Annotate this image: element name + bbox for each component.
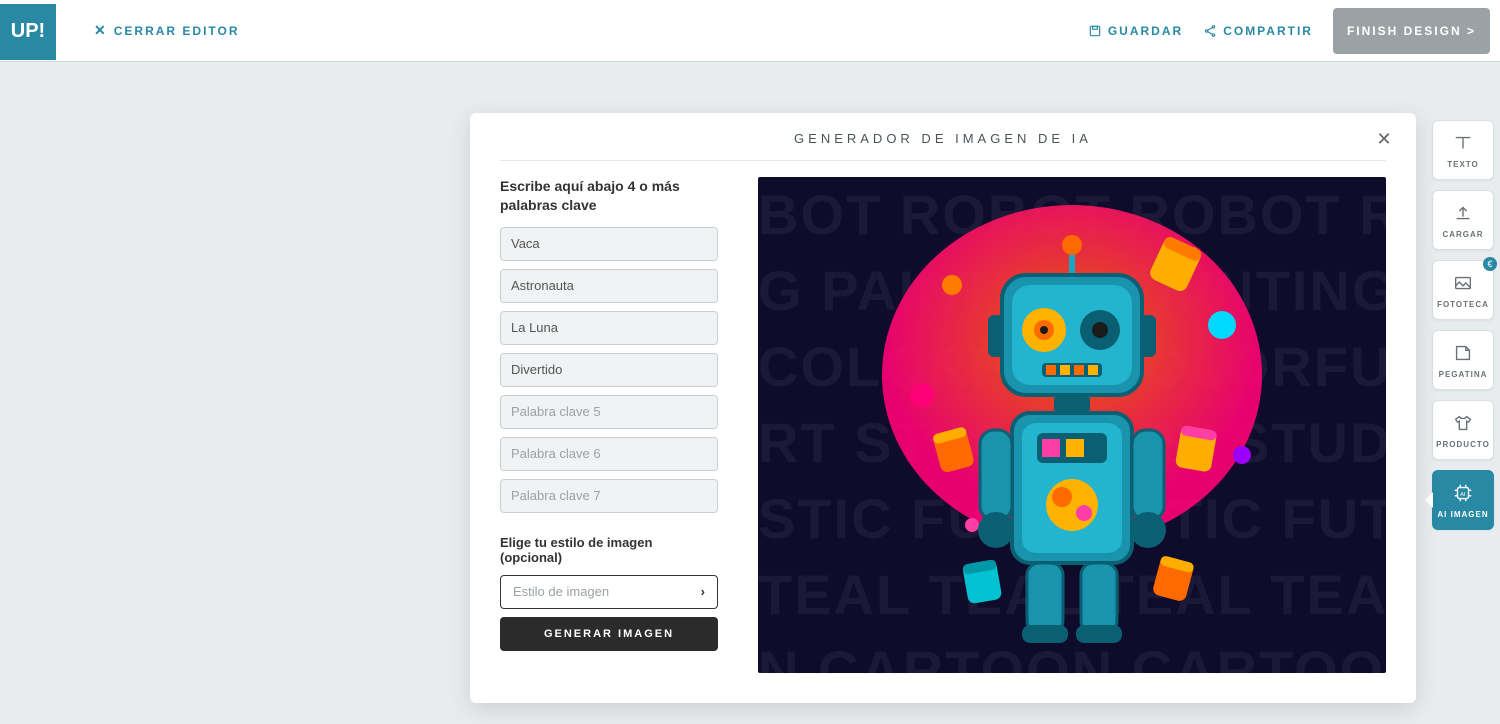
finish-design-button[interactable]: FINISH DESIGN > [1333, 8, 1490, 54]
modal-close-button[interactable]: ✕ [1372, 127, 1396, 151]
robot-illustration [862, 195, 1282, 655]
svg-text:AI: AI [1460, 491, 1466, 497]
tool-producto[interactable]: PRODUCTO [1432, 400, 1494, 460]
tool-cargar[interactable]: CARGAR [1432, 190, 1494, 250]
tool-label: PRODUCTO [1436, 440, 1490, 449]
tool-ai-imagen[interactable]: AI AI IMAGEN [1432, 470, 1494, 530]
share-button[interactable]: COMPARTIR [1203, 24, 1313, 38]
keyword-input-6[interactable] [500, 437, 718, 471]
save-button[interactable]: GUARDAR [1088, 24, 1183, 38]
tshirt-icon [1452, 412, 1474, 434]
tool-fototeca[interactable]: € FOTOTECA [1432, 260, 1494, 320]
style-select[interactable]: Estilo de imagen › [500, 575, 718, 609]
style-label: Elige tu estilo de imagen (opcional) [500, 535, 718, 565]
text-icon [1452, 132, 1474, 154]
keyword-input-4[interactable] [500, 353, 718, 387]
ai-chip-icon: AI [1452, 482, 1474, 504]
tool-pegatina[interactable]: PEGATINA [1432, 330, 1494, 390]
tool-label: AI IMAGEN [1437, 510, 1488, 519]
close-editor-label: CERRAR EDITOR [114, 24, 240, 38]
header-left: UP! ✕ CERRAR EDITOR [0, 2, 240, 60]
euro-badge-icon: € [1483, 257, 1497, 271]
style-placeholder: Estilo de imagen [513, 584, 609, 599]
tool-texto[interactable]: TEXTO [1432, 120, 1494, 180]
tool-column: TEXTO CARGAR € FOTOTECA PEGATINA PRODUCT… [1432, 120, 1494, 530]
share-label: COMPARTIR [1223, 24, 1313, 38]
share-icon [1203, 24, 1217, 38]
logo[interactable]: UP! [0, 4, 56, 60]
tool-label: PEGATINA [1439, 370, 1488, 379]
save-icon [1088, 24, 1102, 38]
keyword-input-7[interactable] [500, 479, 718, 513]
ai-generator-modal: GENERADOR DE IMAGEN DE IA ✕ Escribe aquí… [470, 113, 1416, 703]
modal-header: GENERADOR DE IMAGEN DE IA ✕ [500, 131, 1386, 161]
keyword-input-3[interactable] [500, 311, 718, 345]
close-editor-button[interactable]: ✕ CERRAR EDITOR [94, 22, 240, 39]
tool-label: TEXTO [1447, 160, 1479, 169]
upload-icon [1452, 202, 1474, 224]
tool-label: FOTOTECA [1437, 300, 1489, 309]
close-icon: ✕ [94, 22, 108, 39]
keyword-input-5[interactable] [500, 395, 718, 429]
image-icon [1452, 272, 1474, 294]
save-label: GUARDAR [1108, 24, 1183, 38]
close-icon: ✕ [1376, 129, 1391, 150]
generate-image-button[interactable]: GENERAR IMAGEN [500, 617, 718, 651]
chevron-right-icon: › [701, 584, 705, 599]
left-pane: Escribe aquí abajo 4 o más palabras clav… [500, 177, 718, 673]
tool-label: CARGAR [1442, 230, 1483, 239]
keyword-input-1[interactable] [500, 227, 718, 261]
modal-body: Escribe aquí abajo 4 o más palabras clav… [500, 177, 1386, 673]
header-right: GUARDAR COMPARTIR FINISH DESIGN > [1088, 8, 1500, 54]
image-preview: BOT ROBOT ROBOT ROBOT ROB G PAINTING PAI… [758, 177, 1386, 673]
modal-title: GENERADOR DE IMAGEN DE IA [500, 131, 1386, 146]
keyword-input-2[interactable] [500, 269, 718, 303]
sticker-icon [1452, 342, 1474, 364]
header: UP! ✕ CERRAR EDITOR GUARDAR COMPARTIR FI… [0, 0, 1500, 62]
prompt-label: Escribe aquí abajo 4 o más palabras clav… [500, 177, 718, 215]
